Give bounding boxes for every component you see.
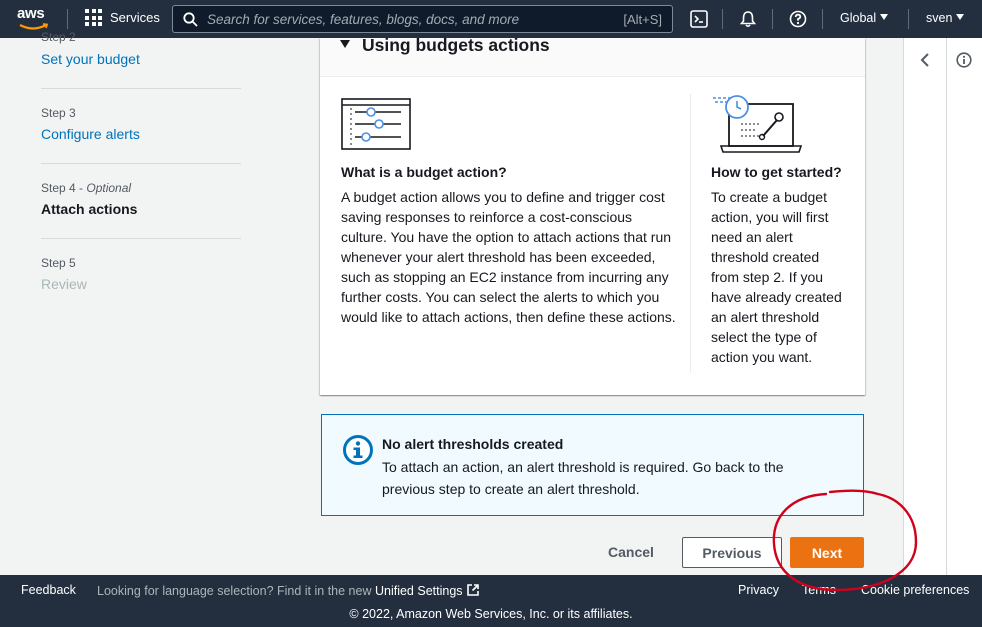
search-input[interactable]: Search for services, features, blogs, do… [172, 5, 673, 33]
step-label: Step 2 [41, 30, 76, 44]
chevron-left-icon[interactable] [919, 52, 931, 68]
step-label: Step 4 - Optional [41, 181, 241, 195]
services-menu-button[interactable]: Services [85, 9, 160, 26]
previous-button[interactable]: Previous [682, 537, 782, 568]
search-placeholder: Search for services, features, blogs, do… [207, 12, 520, 27]
grid-icon [85, 9, 102, 26]
language-notice-text: Looking for language selection? Find it … [97, 584, 375, 598]
card-header[interactable]: Using budgets actions [320, 35, 865, 77]
step-2: Step 2 Set your budget [41, 30, 241, 67]
budget-actions-card: Using budgets actions What is a budget a… [320, 35, 865, 395]
alert-title: No alert thresholds created [382, 436, 564, 452]
step-review-disabled: Review [41, 276, 87, 292]
step-current-attach-actions: Attach actions [41, 201, 138, 217]
step-3: Step 3 Configure alerts [41, 106, 241, 142]
nav-divider [722, 9, 723, 29]
cancel-button[interactable]: Cancel [595, 537, 667, 567]
account-menu[interactable]: sven [926, 11, 965, 25]
right-tools-panel [903, 38, 982, 575]
search-icon [183, 12, 198, 27]
alert-text: To attach an action, an alert threshold … [382, 459, 784, 497]
how-to-text-block: How to get started? To create a budget a… [711, 164, 851, 367]
language-notice: Looking for language selection? Find it … [97, 583, 480, 598]
help-icon[interactable] [789, 10, 807, 28]
step-divider [41, 88, 241, 89]
step-divider [41, 238, 241, 239]
cloudshell-icon[interactable] [690, 10, 708, 28]
caret-down-icon [880, 14, 889, 20]
laptop-maintenance-illustration-icon [713, 95, 803, 153]
caret-down-icon [956, 14, 965, 20]
region-selector[interactable]: Global [840, 11, 889, 25]
how-to-description: To create a budget action, you will firs… [711, 189, 842, 365]
optional-label: Optional [86, 181, 132, 195]
what-is-title: What is a budget action? [341, 164, 507, 180]
nav-divider [908, 9, 909, 29]
settings-list-illustration-icon [341, 98, 411, 150]
aws-logo[interactable]: aws [17, 6, 53, 32]
nav-divider [67, 9, 68, 29]
step-divider [41, 163, 241, 164]
feedback-link[interactable]: Feedback [21, 583, 76, 597]
aws-logo-text: aws [17, 5, 45, 22]
info-icon [343, 435, 373, 465]
step-5: Step 5 Review [41, 256, 241, 292]
step-label: Step 3 [41, 106, 76, 120]
copyright: © 2022, Amazon Web Services, Inc. or its… [349, 607, 633, 621]
column-divider [690, 94, 691, 373]
nav-divider [822, 9, 823, 29]
user-label: sven [926, 11, 953, 25]
card-title: Using budgets actions [362, 35, 550, 55]
step-link-configure-alerts[interactable]: Configure alerts [41, 126, 241, 142]
what-is-description: A budget action allows you to define and… [341, 189, 676, 325]
terms-link[interactable]: Terms [802, 583, 836, 597]
unified-settings-link[interactable]: Unified Settings [375, 584, 463, 598]
step-link-set-budget[interactable]: Set your budget [41, 51, 241, 67]
services-label: Services [110, 10, 160, 25]
info-alert: No alert thresholds created To attach an… [321, 414, 864, 516]
cookie-preferences-link[interactable]: Cookie preferences [861, 583, 969, 597]
search-shortcut: [Alt+S] [623, 12, 662, 27]
region-label: Global [840, 11, 877, 25]
step-4: Step 4 - Optional Attach actions [41, 181, 241, 217]
step-label: Step 5 [41, 256, 76, 270]
panel-divider [946, 38, 947, 575]
next-button[interactable]: Next [790, 537, 864, 568]
what-is-text-block: What is a budget action? A budget action… [341, 164, 676, 327]
console-footer: Feedback Looking for language selection?… [0, 575, 982, 627]
bell-icon[interactable] [739, 10, 757, 28]
privacy-link[interactable]: Privacy [738, 583, 779, 597]
nav-divider [772, 9, 773, 29]
external-link-icon [466, 584, 479, 596]
how-to-title: How to get started? [711, 164, 842, 180]
info-icon[interactable] [956, 52, 972, 68]
caret-down-icon [340, 40, 350, 48]
step-number: Step 4 - [41, 181, 87, 195]
